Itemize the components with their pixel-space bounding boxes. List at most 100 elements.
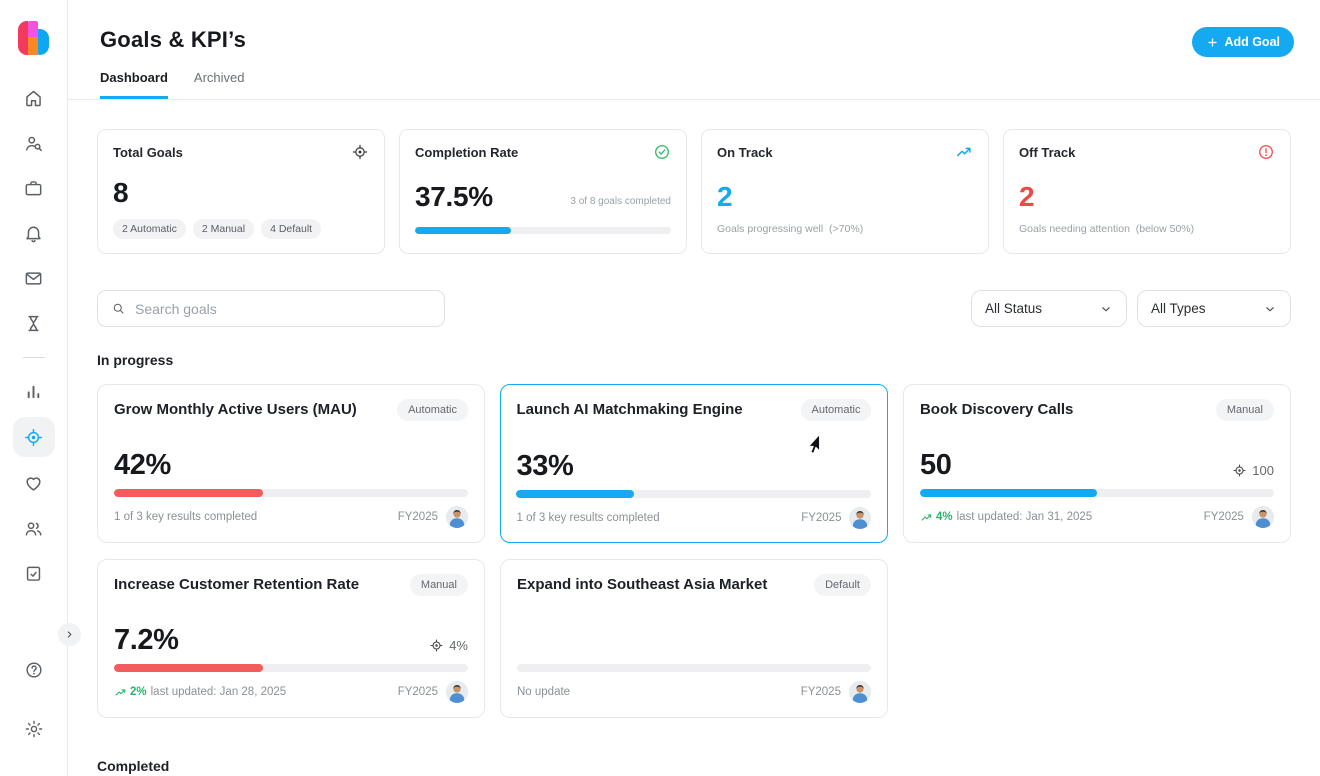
stat-value: 37.5% — [415, 183, 493, 211]
goal-footer-text: No update — [517, 686, 570, 698]
sidebar-item-home[interactable] — [13, 79, 55, 117]
goal-trend: 4% — [920, 511, 953, 524]
goal-title: Launch AI Matchmaking Engine — [516, 399, 742, 419]
heart-icon — [23, 473, 44, 494]
goal-card-footer: No update FY2025 — [517, 681, 871, 703]
add-goal-label: Add Goal — [1224, 35, 1280, 49]
home-icon — [23, 88, 44, 109]
goal-value-row: 50 100 — [920, 448, 1274, 480]
goal-card[interactable]: Launch AI Matchmaking Engine Automatic 3… — [500, 384, 888, 543]
sidebar-item-heart[interactable] — [13, 464, 55, 502]
sidebar-nav — [13, 79, 55, 599]
sidebar — [0, 0, 68, 776]
goal-title: Expand into Southeast Asia Market — [517, 574, 767, 594]
tab-dashboard[interactable]: Dashboard — [100, 70, 168, 99]
goal-card[interactable]: Grow Monthly Active Users (MAU) Automati… — [97, 384, 485, 543]
goal-card[interactable]: Expand into Southeast Asia Market Defaul… — [500, 559, 888, 718]
stat-note: Goals needing attention (below 50%) — [1019, 223, 1275, 235]
stat-title: Total Goals — [113, 145, 183, 160]
logo-block-orange — [28, 37, 38, 55]
goal-footer-text: last updated: Jan 31, 2025 — [957, 511, 1093, 523]
status-filter-select[interactable]: All Status — [971, 290, 1127, 327]
sidebar-item-bar-chart[interactable] — [13, 372, 55, 410]
goal-type-badge: Manual — [1216, 399, 1274, 421]
target-icon — [1232, 463, 1247, 478]
stat-title: Completion Rate — [415, 145, 518, 160]
stat-card-header: Completion Rate — [415, 143, 671, 161]
trend-up-icon — [114, 686, 127, 699]
stat-value-row: 37.5% 3 of 8 goals completed — [415, 183, 671, 211]
chevron-down-icon — [1263, 302, 1277, 316]
goal-progress-bar — [114, 489, 468, 497]
status-filter-value: All Status — [985, 301, 1042, 316]
hourglass-icon — [23, 313, 44, 334]
goal-type-badge: Default — [814, 574, 871, 596]
goal-progress-bar — [516, 490, 871, 498]
tab-archived[interactable]: Archived — [194, 70, 245, 99]
stat-value-row: 8 — [113, 179, 369, 207]
goal-period: FY2025 — [398, 686, 438, 698]
stat-card-footer: Goals needing attention (below 50%) — [1019, 223, 1275, 239]
sidebar-item-users[interactable] — [13, 509, 55, 547]
logo-block-blue — [38, 29, 49, 55]
goal-card-header: Launch AI Matchmaking Engine Automatic — [516, 399, 871, 421]
type-filter-select[interactable]: All Types — [1137, 290, 1291, 327]
sidebar-item-hourglass[interactable] — [13, 304, 55, 342]
target-icon — [351, 143, 369, 161]
goal-target: 100 — [1232, 463, 1274, 478]
owner-avatar — [849, 507, 871, 529]
chevron-right-icon — [64, 629, 75, 640]
sidebar-item-settings-gear[interactable] — [13, 710, 55, 748]
target-icon — [429, 638, 444, 653]
goal-period: FY2025 — [398, 511, 438, 523]
goal-card[interactable]: Increase Customer Retention Rate Manual … — [97, 559, 485, 718]
stat-progress-fill — [415, 227, 511, 234]
goal-period: FY2025 — [1204, 511, 1244, 523]
goal-target-value: 100 — [1252, 463, 1274, 478]
clipboard-check-icon — [23, 563, 44, 584]
goal-card[interactable]: Book Discovery Calls Manual 50 100 4% la… — [903, 384, 1291, 543]
sidebar-item-bell[interactable] — [13, 214, 55, 252]
section-completed-title: Completed — [68, 758, 1320, 774]
stat-card-header: Off Track — [1019, 143, 1275, 161]
sidebar-item-mail[interactable] — [13, 259, 55, 297]
sidebar-item-briefcase[interactable] — [13, 169, 55, 207]
goal-target: 4% — [429, 638, 468, 653]
stat-progress-bar — [415, 227, 671, 234]
user-search-icon — [23, 133, 44, 154]
stat-value-row: 2 — [1019, 183, 1275, 211]
mail-icon — [23, 268, 44, 289]
goal-card-footer: 1 of 3 key results completed FY2025 — [114, 506, 468, 528]
goal-progress-bar — [920, 489, 1274, 497]
stat-note: 3 of 8 goals completed — [570, 196, 671, 207]
bar-chart-icon — [23, 381, 44, 402]
owner-avatar — [1252, 506, 1274, 528]
search-goals-input[interactable] — [135, 301, 431, 317]
trend-up-icon — [955, 143, 973, 161]
stat-badge: 4 Default — [261, 219, 321, 239]
check-circle-icon — [653, 143, 671, 161]
stat-card: Completion Rate 37.5% 3 of 8 goals compl… — [399, 129, 687, 254]
sidebar-expand-button[interactable] — [58, 623, 81, 646]
goal-card-header: Book Discovery Calls Manual — [920, 399, 1274, 421]
goal-footer-status: 4% last updated: Jan 31, 2025 — [920, 511, 1092, 524]
goals-grid: Grow Monthly Active Users (MAU) Automati… — [68, 384, 1320, 718]
add-goal-button[interactable]: Add Goal — [1192, 27, 1294, 57]
sidebar-item-clipboard-check[interactable] — [13, 554, 55, 592]
goal-type-badge: Automatic — [801, 399, 872, 421]
stat-card: Off Track 2 Goals needing attention (bel… — [1003, 129, 1291, 254]
sidebar-item-goals-target[interactable] — [13, 417, 55, 457]
sidebar-item-help[interactable] — [13, 651, 55, 689]
goal-title: Grow Monthly Active Users (MAU) — [114, 399, 357, 419]
goal-footer-meta: FY2025 — [398, 681, 468, 703]
app-logo[interactable] — [18, 21, 49, 55]
goal-value-row — [517, 623, 871, 655]
goal-trend-value: 2% — [130, 686, 147, 698]
goal-footer-status: 2% last updated: Jan 28, 2025 — [114, 686, 286, 699]
sidebar-item-user-search[interactable] — [13, 124, 55, 162]
filter-selects: All Status All Types — [971, 290, 1291, 327]
goal-progress-bar — [114, 664, 468, 672]
app-root: Goals & KPI’s Add Goal Dashboard Archive… — [0, 0, 1320, 776]
stat-card-footer — [415, 223, 671, 239]
search-goals-box — [97, 290, 445, 327]
